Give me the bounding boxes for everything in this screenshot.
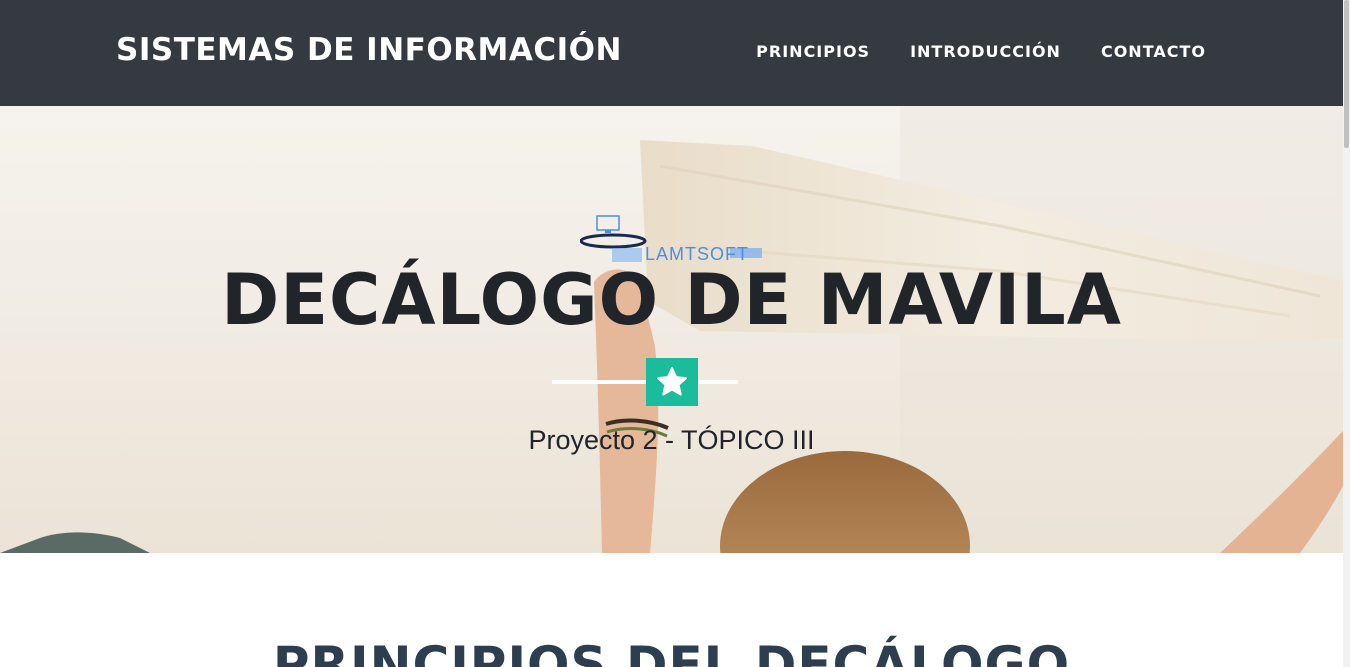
- brand-link[interactable]: SISTEMAS DE INFORMACIÓN: [116, 32, 622, 68]
- divider-line-left: [552, 380, 646, 384]
- hero-subtitle: Proyecto 2 - TÓPICO III: [528, 425, 815, 455]
- page: SISTEMAS DE INFORMACIÓN PRINCIPIOS INTRO…: [0, 0, 1350, 667]
- hero-title: DECÁLOGO DE MAVILA: [221, 259, 1122, 341]
- divider-star-box: [646, 358, 698, 406]
- star-icon: [657, 367, 687, 396]
- nav-link-principios[interactable]: PRINCIPIOS: [756, 42, 870, 61]
- nav-link-contacto[interactable]: CONTACTO: [1101, 42, 1206, 61]
- nav-link-introduccion[interactable]: INTRODUCCIÓN: [910, 42, 1061, 61]
- vertical-scrollbar[interactable]: [1343, 0, 1350, 667]
- nav-menu: PRINCIPIOS INTRODUCCIÓN CONTACTO: [756, 42, 1206, 61]
- section-title: PRINCIPIOS DEL DECÁLOGO: [272, 636, 1071, 667]
- top-navbar: SISTEMAS DE INFORMACIÓN PRINCIPIOS INTRO…: [0, 0, 1343, 106]
- scrollbar-thumb[interactable]: [1344, 0, 1349, 148]
- divider-line-right: [698, 380, 738, 384]
- hero-section: LAMTSOFT DECÁLOGO DE MAVILA Proyecto 2 -…: [0, 106, 1343, 553]
